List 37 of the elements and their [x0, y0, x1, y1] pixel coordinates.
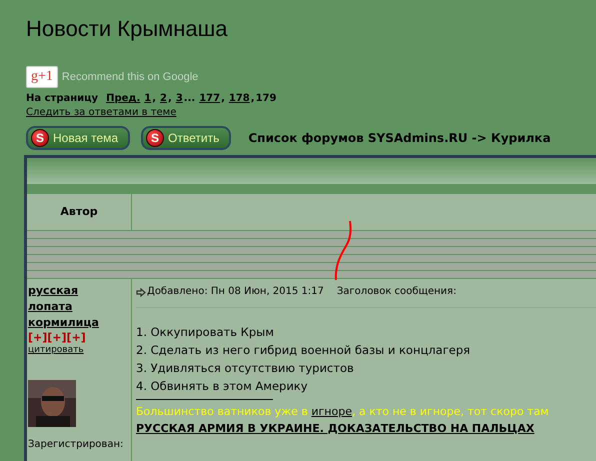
- rating-text: [+][+][+]: [28, 331, 87, 344]
- post-line: 1. Оккупировать Крым: [136, 324, 275, 341]
- page-link[interactable]: 177: [199, 92, 220, 106]
- follow-topic-link[interactable]: Следить за ответами в теме: [26, 106, 596, 119]
- headline-link[interactable]: РУССКАЯ АРМИЯ В УКРАИНЕ. ДОКАЗАТЕЛЬСТВО НА ПАЛЬЦАХ: [136, 420, 596, 438]
- subject-label: Заголовок сообщения:: [336, 285, 456, 299]
- page-title: Новости Крымнаша: [26, 16, 229, 42]
- author-link[interactable]: русская лопата кормилица: [28, 283, 108, 331]
- google-plus-button[interactable]: g+1: [26, 66, 58, 88]
- breadcrumb: Список форумов SYSAdmins.RU -> Курилка: [248, 130, 551, 147]
- page-link[interactable]: 1: [144, 92, 152, 106]
- forum-button[interactable]: S Новая тема: [26, 126, 130, 150]
- google-recommend-text: Recommend this on Google: [62, 70, 198, 85]
- page-link[interactable]: 178: [228, 92, 250, 106]
- s-logo-icon: S: [146, 129, 164, 147]
- s-logo-icon: S: [31, 129, 49, 147]
- post-line: 4. Обвинять в этом Америку: [136, 378, 309, 395]
- page-text: 179: [256, 92, 276, 106]
- page-link[interactable]: Пред.: [106, 92, 140, 106]
- page-text: ,: [152, 92, 156, 106]
- column-header: Автор: [60, 204, 98, 220]
- page-text: ,: [250, 92, 255, 106]
- quote-link[interactable]: цитировать: [28, 344, 131, 357]
- arrow-icon: [136, 288, 146, 296]
- page-link[interactable]: 2: [160, 92, 168, 106]
- signature-text: Большинство ватников уже в игноре, а кто не в игноре, тот скоро там: [136, 404, 550, 420]
- page-text: ,: [221, 92, 225, 106]
- forum-button[interactable]: S Ответить: [141, 126, 232, 150]
- post-line: 3. Удивляться отсутствию туристов: [136, 360, 355, 377]
- page-text: ...: [184, 92, 196, 106]
- page-text: ,: [168, 92, 172, 106]
- post-date: Добавлено: Пн 08 Июн, 2015 1:17: [147, 285, 324, 299]
- page-link[interactable]: 3: [176, 92, 183, 106]
- registered-label: Зарегистрирован:: [28, 439, 124, 451]
- ignore-link[interactable]: игноре: [311, 405, 352, 418]
- post-line: 2. Сделать из него гибрид военной базы и концлагеря: [136, 342, 472, 359]
- pagination-label: На страницу: [26, 92, 98, 106]
